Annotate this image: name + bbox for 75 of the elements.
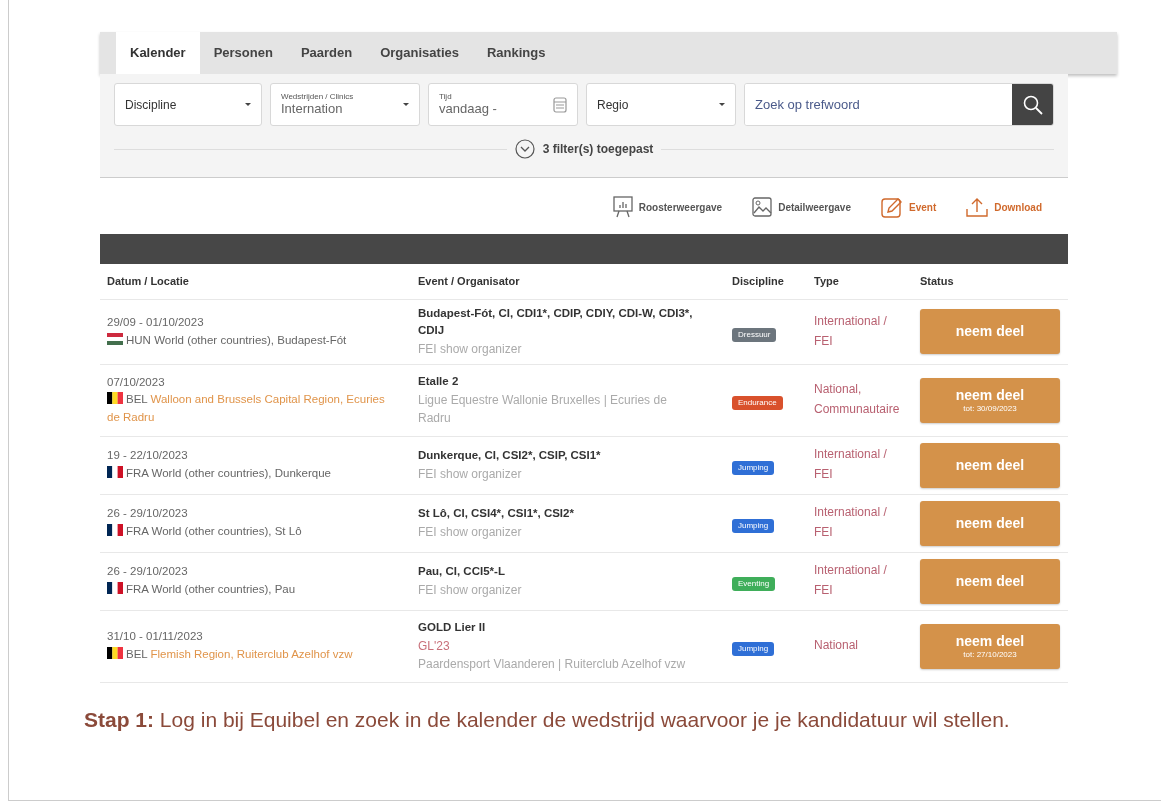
column-header: Discipline bbox=[732, 274, 785, 289]
location-text: FRA World (other countries), Dunkerque bbox=[107, 465, 396, 484]
column-header: Event / Organisator bbox=[418, 274, 521, 289]
toolbar-button[interactable]: Detailweergave bbox=[752, 196, 851, 218]
field-label: Discipline bbox=[125, 96, 178, 114]
event-title[interactable]: Etalle 2 bbox=[418, 372, 694, 391]
location-text: FRA World (other countries), Pau bbox=[107, 581, 396, 600]
dropdown-field[interactable]: Regio bbox=[586, 83, 736, 126]
toolbar-button[interactable]: Roosterweergave bbox=[612, 196, 723, 218]
field-label: Regio bbox=[597, 96, 630, 114]
date-text: 26 - 29/10/2023 bbox=[107, 506, 189, 522]
organizer-text: FEI show organizer bbox=[418, 523, 523, 541]
organizer-text: Paardensport Vlaanderen | Ruiterclub Azelhof vzw bbox=[418, 655, 687, 673]
organizer-text: FEI show organizer bbox=[418, 581, 523, 599]
nav-tab[interactable]: Organisaties bbox=[366, 32, 473, 74]
search-icon bbox=[1022, 94, 1043, 115]
discipline-tag: Jumping bbox=[732, 461, 775, 476]
event-title[interactable]: Dunkerque, CI, CSI2*, CSIP, CSI1* bbox=[418, 447, 694, 465]
location-text: BEL Flemish Region, Ruiterclub Azelhof vzw bbox=[107, 646, 396, 665]
field-value: vandaag - bbox=[439, 100, 498, 117]
type-text: International / FEI bbox=[814, 562, 888, 600]
date-text: 07/10/2023 bbox=[107, 374, 166, 390]
dropdown-field[interactable]: Discipline bbox=[114, 83, 262, 126]
filter-toggle[interactable]: 3 filter(s) toegepast bbox=[514, 139, 654, 159]
type-text: National bbox=[814, 637, 860, 655]
event-code: GL'23 bbox=[418, 637, 451, 655]
date-text: 19 - 22/10/2023 bbox=[107, 448, 189, 464]
event-title[interactable]: GOLD Lier II bbox=[418, 619, 694, 637]
event-title[interactable]: Pau, CI, CCI5*-L bbox=[418, 563, 694, 581]
step-instruction: Stap 1: Log in bij Equibel en zoek in de kalender de wedstrijd waarvoor je je kandidatuur wil stellen. bbox=[84, 706, 1011, 733]
presentation-board-icon bbox=[612, 196, 633, 218]
dropdown-field[interactable]: Wedstrijden / Clinics Internation bbox=[270, 83, 420, 126]
date-text: 26 - 29/10/2023 bbox=[107, 564, 189, 580]
organizer-text: Ligue Equestre Wallonie Bruxelles | Ecuries de Radru bbox=[418, 391, 668, 428]
type-text: International / FEI bbox=[814, 312, 888, 350]
type-text: National, Communautaire bbox=[814, 381, 901, 419]
nav-tab[interactable]: Paarden bbox=[286, 32, 367, 74]
discipline-tag: Jumping bbox=[732, 642, 775, 657]
column-header: Type bbox=[814, 274, 840, 289]
event-title[interactable]: Budapest-Fót, CI, CDI1*, CDIP, CDIY, CDI-W, CDI3*, CDIJ bbox=[418, 304, 694, 341]
location-text: FRA World (other countries), St Lô bbox=[107, 523, 396, 542]
field-label: Wedstrijden / Clinics bbox=[281, 92, 355, 101]
field-label: Tijd bbox=[439, 92, 453, 101]
date-text: 29/09 - 01/10/2023 bbox=[107, 314, 205, 330]
type-text: International / FEI bbox=[814, 446, 888, 484]
type-text: International / FEI bbox=[814, 504, 888, 542]
caret-icon bbox=[403, 103, 409, 106]
discipline-tag: Endurance bbox=[732, 396, 783, 411]
caret-icon bbox=[719, 103, 725, 106]
event-title[interactable]: St Lô, CI, CSI4*, CSI1*, CSI2* bbox=[418, 505, 694, 523]
location-text: HUN World (other countries), Budapest-Fót bbox=[107, 331, 396, 350]
nav-tab[interactable]: Rankings bbox=[472, 32, 560, 74]
calendar-icon bbox=[553, 96, 567, 113]
upload-icon bbox=[966, 197, 989, 217]
nav-tab[interactable]: Kalender bbox=[116, 32, 200, 74]
organizer-text: FEI show organizer bbox=[418, 465, 523, 483]
dropdown-field[interactable]: Tijd vandaag - bbox=[428, 83, 578, 126]
discipline-tag: Dressuur bbox=[732, 327, 777, 342]
location-text: BEL Walloon and Brussels Capital Region, Ecuries de Radru bbox=[107, 391, 386, 426]
search-button[interactable] bbox=[1012, 84, 1053, 125]
discipline-tag: Eventing bbox=[732, 577, 776, 592]
column-header: Datum / Locatie bbox=[107, 274, 190, 289]
edit-icon bbox=[881, 196, 903, 218]
image-icon bbox=[752, 197, 773, 217]
caret-icon bbox=[245, 103, 251, 106]
organizer-text: FEI show organizer bbox=[418, 341, 523, 359]
toolbar-button[interactable]: Event bbox=[881, 196, 937, 218]
search-field[interactable]: Zoek op trefwoord bbox=[744, 83, 1054, 126]
toolbar-button[interactable]: Download bbox=[966, 196, 1042, 218]
field-value: Internation bbox=[281, 100, 344, 117]
nav-tab[interactable]: Personen bbox=[199, 32, 287, 74]
date-text: 31/10 - 01/11/2023 bbox=[107, 629, 204, 645]
column-header: Status bbox=[920, 274, 955, 289]
discipline-tag: Jumping bbox=[732, 519, 775, 534]
chevron-circle-icon bbox=[514, 139, 535, 159]
